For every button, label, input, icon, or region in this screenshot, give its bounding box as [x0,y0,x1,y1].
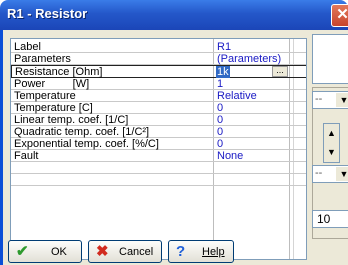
number-field[interactable]: 10 [312,210,348,228]
property-name: Linear temp. coef. [1/C] [14,114,129,126]
property-name: Quadratic temp. coef. [1/C²] [14,126,150,138]
question-icon: ? [176,243,186,260]
property-name: Power [W] [14,78,90,90]
side-combo[interactable]: -- ▼ [312,91,348,109]
property-value[interactable]: 0 [217,126,287,138]
property-row-label[interactable]: Label R1 [11,41,306,53]
property-row-power[interactable]: Power [W] 1 [11,78,306,90]
dialog-body: Label R1 Parameters (Parameters) Resista… [0,30,348,265]
property-row-fault[interactable]: Fault None [11,150,306,162]
property-row-temperature[interactable]: Temperature Relative [11,90,306,102]
property-row-linear-coef[interactable]: Linear temp. coef. [1/C] 0 [11,114,306,126]
side-panel [312,34,348,84]
property-name: Exponential temp. coef. [%/C] [14,138,159,150]
empty-row [11,174,306,186]
property-row-quadratic-coef[interactable]: Quadratic temp. coef. [1/C²] 0 [11,126,306,138]
property-grid: Label R1 Parameters (Parameters) Resista… [10,38,307,260]
ok-label: OK [51,246,67,258]
property-row-parameters[interactable]: Parameters (Parameters) [11,53,306,65]
resistance-edit-field[interactable]: 1k [216,66,270,78]
spin-buttons[interactable]: ▲ ▼ [323,123,340,163]
property-row-exponential-coef[interactable]: Exponential temp. coef. [%/C] 0 [11,138,306,150]
property-value[interactable]: Relative [217,90,287,102]
chevron-down-icon[interactable]: ▼ [336,93,348,107]
resistance-value[interactable]: 1k [216,66,230,78]
title-bar: R1 - Resistor ✕ [0,0,348,30]
chevron-down-icon[interactable]: ▼ [336,167,348,181]
combo-text: -- [315,93,323,105]
property-name: Temperature [C] [14,102,93,114]
close-button[interactable]: ✕ [331,4,348,27]
property-value[interactable]: 0 [217,102,287,114]
property-value[interactable]: 0 [217,114,287,126]
window-title: R1 - Resistor [7,6,88,21]
property-value[interactable]: 1 [217,78,287,90]
property-name: Resistance [Ohm] [15,66,103,78]
x-icon: ✖ [96,243,109,260]
property-row-temperature-c[interactable]: Temperature [C] 0 [11,102,306,114]
property-value[interactable]: (Parameters) [217,53,287,65]
property-value[interactable]: 0 [217,138,287,150]
property-name: Label [14,41,41,53]
arrow-down-icon[interactable]: ▼ [324,143,339,162]
checkmark-icon: ✔ [16,243,29,260]
ok-button[interactable]: ✔ OK [8,240,82,263]
property-value[interactable]: None [217,150,287,162]
side-combo[interactable]: -- ▼ [312,165,348,183]
cancel-label: Cancel [119,246,154,258]
property-name: Fault [14,150,39,162]
property-name: Temperature [14,90,76,102]
cancel-button[interactable]: ✖ Cancel [88,240,162,263]
help-button[interactable]: ? Help [168,240,234,263]
property-name: Parameters [14,53,71,65]
property-value[interactable]: R1 [217,41,287,53]
empty-row [11,162,306,174]
property-row-resistance[interactable]: Resistance [Ohm] 1k ... [11,65,306,78]
help-label: Help [202,246,225,258]
ellipsis-button[interactable]: ... [272,66,288,77]
arrow-up-icon[interactable]: ▲ [324,124,339,143]
combo-text: -- [315,167,323,179]
